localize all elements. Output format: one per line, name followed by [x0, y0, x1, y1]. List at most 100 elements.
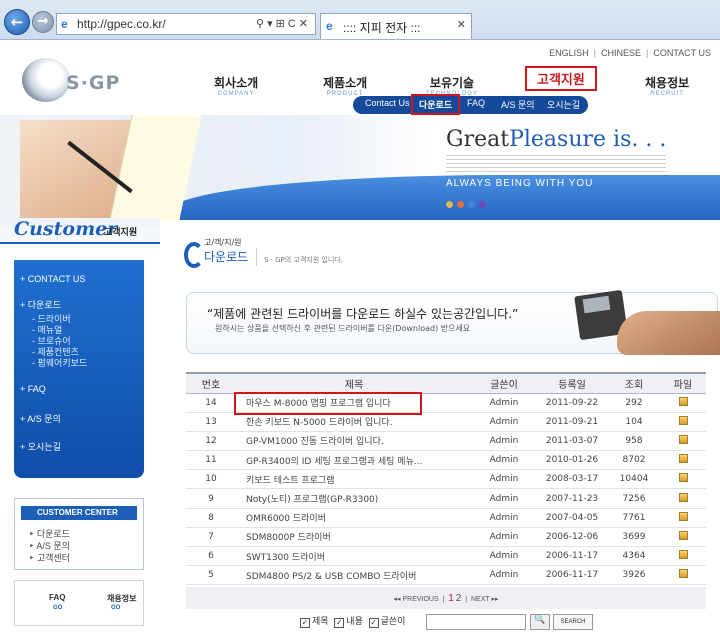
cell-author: Admin — [472, 469, 536, 490]
sidebar-title-ko: 고객지원 — [104, 228, 138, 238]
browser-tab[interactable]: e :::: 지피 전자 ::: ✕ — [320, 13, 472, 39]
checkbox-title[interactable]: ✓ — [300, 618, 310, 628]
cell-file[interactable] — [660, 508, 706, 528]
menu-recruit[interactable]: 채용정보 RECRUIT — [645, 74, 689, 97]
cell-file[interactable] — [660, 527, 706, 548]
quick-recruit[interactable]: 채용정보 — [107, 593, 136, 604]
table-row[interactable]: 11 GP-R3400의 ID 세팅 프로그램과 세팅 메뉴... Admin 201… — [186, 450, 706, 471]
table-row[interactable]: 10 키보드 테스트 프로그램 Admin 2008-03-17 10404 — [186, 469, 706, 490]
cell-title-link[interactable]: GP-R3400의 ID 세팅 프로그램과 세팅 메뉴... — [236, 450, 472, 471]
next-link[interactable]: NEXT — [471, 596, 490, 603]
table-row[interactable]: 12 GP-VM1000 진동 드라이버 입니다. Admin 2011-03-07 9… — [186, 431, 706, 452]
file-icon[interactable] — [678, 530, 688, 540]
address-bar[interactable]: e http://gpec.co.kr/ ⚲▾⊞C✕ — [56, 13, 316, 35]
cell-title-link[interactable]: Noty(노티) 프로그램(GP-R3300) — [236, 488, 472, 509]
sidebar-item-faq[interactable]: + FAQ — [20, 384, 46, 394]
table-row[interactable]: 13 한손 키보드 N-5000 드라이버 입니다. Admin 2011-09-21… — [186, 412, 706, 432]
table-row[interactable]: 5 SDM4800 PS/2 & USB COMBO 드라이버 Admin 2006-… — [186, 565, 706, 586]
tab-title: :::: 지피 전자 ::: — [343, 21, 421, 35]
link-chinese[interactable]: CHINESE — [596, 48, 646, 58]
cell-file[interactable] — [660, 565, 706, 586]
search-input[interactable] — [426, 614, 526, 630]
close-tab-icon[interactable]: ✕ — [457, 18, 466, 31]
checkbox-author[interactable]: ✓ — [368, 618, 379, 628]
cell-file[interactable] — [660, 393, 706, 413]
sidebar-item-download[interactable]: + 다운로드 — [20, 298, 61, 311]
table-row[interactable]: 9 Noty(노티) 프로그램(GP-R3300) Admin 2007-11-23 7… — [186, 488, 706, 509]
file-icon[interactable] — [678, 434, 688, 444]
sidebar-item-as[interactable]: + A/S 문의 — [20, 412, 61, 425]
file-icon[interactable] — [678, 569, 688, 579]
cell-no: 9 — [186, 488, 236, 509]
menu-product[interactable]: 제품소개 PRODUCT — [323, 74, 367, 97]
file-icon[interactable] — [678, 415, 688, 425]
cell-title-link[interactable]: OMR6000 드라이버 — [236, 508, 472, 528]
table-row[interactable]: 8 OMR6000 드라이버 Admin 2007-04-05 7761 — [186, 508, 706, 528]
link-english[interactable]: ENGLISH — [544, 48, 594, 58]
table-row[interactable]: 6 SWT1300 드라이버 Admin 2006-11-17 4364 — [186, 546, 706, 567]
next-icon[interactable]: ▸▸ — [490, 596, 498, 603]
cell-views: 10404 — [608, 469, 660, 490]
file-icon[interactable] — [678, 492, 688, 502]
submenu-download[interactable]: 다운로드 — [411, 94, 461, 115]
cell-file[interactable] — [660, 488, 706, 509]
file-icon[interactable] — [678, 550, 688, 560]
checkbox-content[interactable]: ✓ — [334, 618, 345, 628]
cell-file[interactable] — [660, 431, 706, 452]
tab-ie-icon: e — [326, 19, 333, 33]
submenu-directions[interactable]: 오시는길 — [547, 98, 580, 111]
file-icon[interactable] — [678, 454, 688, 464]
submenu-contact-us[interactable]: Contact Us — [365, 98, 410, 108]
main-banner: GreatPleasure is. . . ALWAYS BEING WITH … — [0, 115, 720, 220]
cell-title-link[interactable]: 키보드 테스트 프로그램 — [236, 469, 472, 490]
cell-date: 2006-11-17 — [536, 546, 608, 567]
page-2[interactable]: 2 — [456, 593, 462, 604]
cell-title-link[interactable]: GP-VM1000 진동 드라이버 입니다. — [236, 431, 472, 452]
search-options: ✓ 제목 ✓ 내용 ✓ 글쓴이 — [300, 614, 405, 628]
cell-title-link[interactable]: SDM8000P 드라이버 — [236, 527, 472, 548]
quick-faq-go[interactable]: GO — [53, 605, 62, 611]
banner-dot — [479, 201, 486, 208]
quick-recruit-go[interactable]: GO — [111, 605, 120, 611]
breadcrumb-divider — [256, 248, 257, 266]
center-link-center[interactable]: ‣ 고객센터 — [29, 551, 70, 564]
sidebar-item-contact-us[interactable]: + CONTACT US — [20, 274, 85, 284]
cell-file[interactable] — [660, 546, 706, 567]
cell-title-link[interactable]: 한손 키보드 N-5000 드라이버 입니다. — [236, 412, 472, 432]
cell-date: 2011-03-07 — [536, 431, 608, 452]
submenu-as[interactable]: A/S 문의 — [501, 98, 535, 111]
submenu-faq[interactable]: FAQ — [467, 98, 485, 108]
cell-file[interactable] — [660, 469, 706, 490]
sidebar-item-directions[interactable]: + 오시는길 — [20, 440, 61, 453]
cell-file[interactable] — [660, 412, 706, 432]
back-button[interactable]: ← — [4, 9, 30, 35]
menu-customer-support[interactable]: 고객지원 — [525, 66, 597, 91]
main-content: 고/객/지/원 다운로드 S · GP의 고객지원 입니다. “제품에 관련된 … — [160, 218, 720, 637]
cell-views: 958 — [608, 431, 660, 452]
address-tools-icon[interactable]: ⚲▾⊞C✕ — [256, 17, 311, 30]
table-row[interactable]: 7 SDM8000P 드라이버 Admin 2006-12-06 3699 — [186, 527, 706, 548]
file-icon[interactable] — [678, 473, 688, 483]
cell-no: 7 — [186, 527, 236, 548]
prev-link[interactable]: PREVIOUS — [402, 596, 438, 603]
cell-no: 10 — [186, 469, 236, 490]
cell-date: 2008-03-17 — [536, 469, 608, 490]
col-file: 파일 — [660, 372, 706, 394]
menu-company[interactable]: 회사소개 COMPANY — [214, 74, 258, 97]
cell-views: 4364 — [608, 546, 660, 567]
file-icon[interactable] — [678, 511, 688, 521]
site-logo[interactable]: S·GP — [22, 58, 122, 103]
cell-title-link[interactable]: SDM4800 PS/2 & USB COMBO 드라이버 — [236, 565, 472, 586]
cell-title-link[interactable]: SWT1300 드라이버 — [236, 546, 472, 567]
page-1[interactable]: 1 — [448, 593, 454, 604]
search-button[interactable]: SEARCH — [553, 614, 593, 630]
sidebar-sub-firmware[interactable]: - 펌웨어키보드 — [32, 356, 87, 369]
banner-fine-text — [446, 155, 666, 173]
file-icon[interactable] — [678, 396, 688, 406]
forward-button[interactable]: → — [32, 11, 54, 33]
search-icon[interactable]: 🔍 — [530, 614, 550, 630]
cell-file[interactable] — [660, 450, 706, 471]
quick-faq[interactable]: FAQ — [49, 593, 65, 602]
cell-date: 2011-09-21 — [536, 412, 608, 432]
link-contact-us[interactable]: CONTACT US — [648, 48, 716, 58]
